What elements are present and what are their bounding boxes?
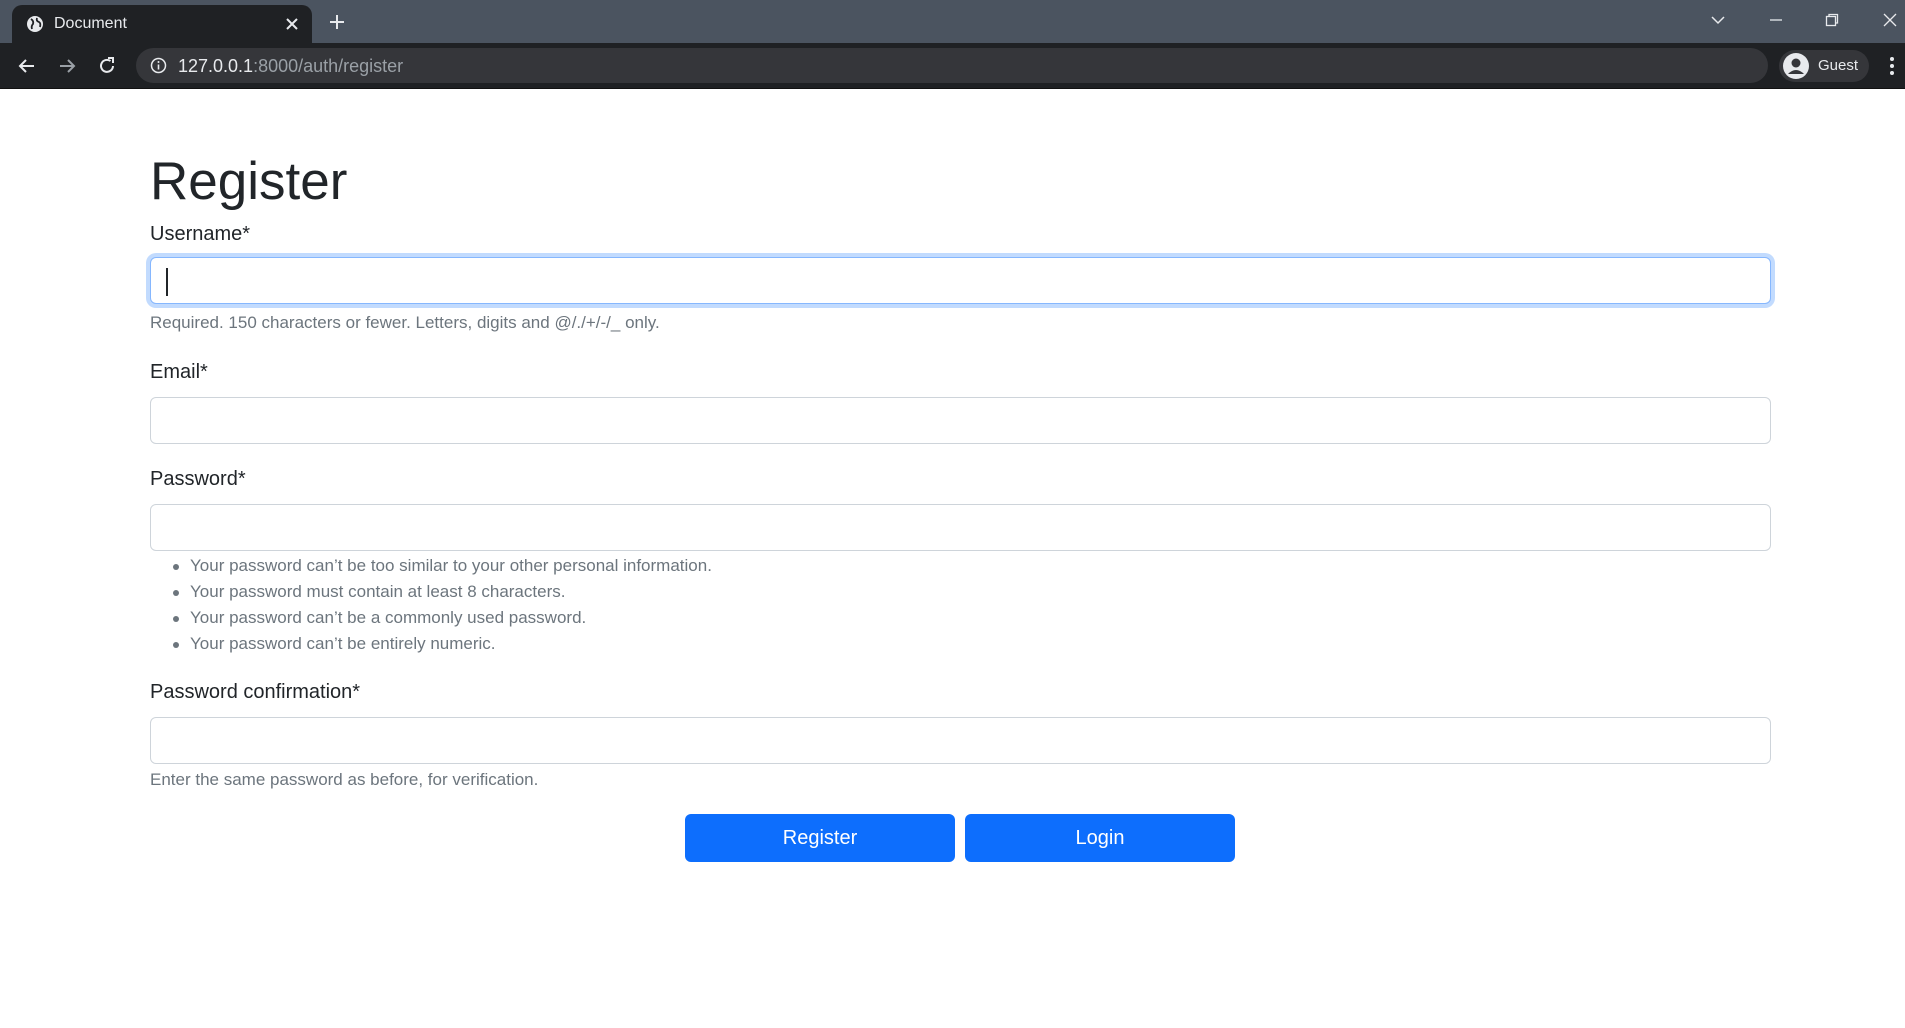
username-help: Required. 150 characters or fewer. Lette… [150, 313, 660, 332]
url-text: 127.0.0.1:8000/auth/register [178, 56, 403, 77]
profile-name: Guest [1818, 57, 1859, 74]
email-label: Email* [150, 361, 208, 383]
tab-search-chevron-icon[interactable] [1702, 6, 1734, 34]
profile-button[interactable]: Guest [1779, 50, 1869, 82]
more-menu-icon[interactable] [1882, 52, 1902, 80]
minimize-icon[interactable] [1760, 6, 1792, 34]
reload-icon[interactable] [92, 51, 122, 81]
close-window-icon[interactable] [1874, 6, 1905, 34]
tab-close-icon[interactable] [282, 14, 302, 34]
password-label: Password* [150, 468, 246, 490]
password-confirmation-help: Enter the same password as before, for v… [150, 770, 539, 789]
restore-icon[interactable] [1816, 6, 1848, 34]
password-confirmation-label: Password confirmation* [150, 681, 361, 703]
globe-icon [26, 15, 44, 33]
url-host: 127.0.0.1 [178, 56, 254, 76]
register-button[interactable]: Register [685, 814, 955, 862]
password-rule: Your password can’t be a commonly used p… [150, 605, 712, 631]
forward-icon[interactable] [52, 51, 82, 81]
login-button[interactable]: Login [965, 814, 1235, 862]
password-rule: Your password can’t be entirely numeric. [150, 631, 712, 657]
browser-tabstrip: Document [0, 0, 1905, 43]
back-icon[interactable] [12, 51, 42, 81]
url-path: :8000/auth/register [253, 56, 404, 76]
browser-toolbar: 127.0.0.1:8000/auth/register Guest [0, 43, 1905, 89]
page-title: Register [150, 152, 348, 211]
avatar-icon [1783, 53, 1809, 79]
browser-tab[interactable]: Document [12, 5, 312, 43]
tab-title: Document [54, 15, 127, 32]
password-rule: Your password can’t be too similar to yo… [150, 553, 712, 579]
username-label: Username* [150, 223, 251, 245]
password-confirmation-input[interactable] [150, 717, 1771, 764]
address-bar[interactable]: 127.0.0.1:8000/auth/register [136, 48, 1768, 83]
new-tab-icon[interactable] [325, 10, 349, 34]
site-info-icon[interactable] [150, 57, 167, 74]
password-rules-list: Your password can’t be too similar to yo… [150, 553, 712, 657]
password-rule: Your password must contain at least 8 ch… [150, 579, 712, 605]
password-input[interactable] [150, 504, 1771, 551]
email-input[interactable] [150, 397, 1771, 444]
page-content: Register Username* Required. 150 charact… [0, 89, 1905, 1028]
text-cursor [166, 268, 168, 296]
username-input[interactable] [150, 257, 1771, 304]
